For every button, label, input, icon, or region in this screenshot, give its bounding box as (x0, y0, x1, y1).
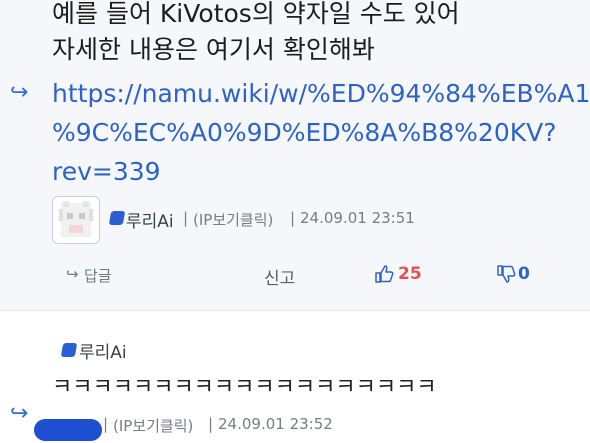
ip-view-link[interactable]: (IP보기클릭) (193, 209, 273, 230)
meta-separator: | (290, 209, 296, 227)
redacted-username (34, 419, 102, 441)
thumbs-up-icon[interactable] (374, 264, 394, 288)
dislike-count: 0 (518, 264, 530, 284)
comment-link[interactable]: %9C%EC%A0%9D%ED%8A%B8%20KV? (52, 117, 557, 149)
ip-view-link[interactable]: (IP보기클릭) (113, 415, 193, 436)
reply-button[interactable]: 답글 (84, 265, 112, 286)
reply-icon[interactable]: ↪ (66, 265, 79, 283)
comment-text-line: 자세한 내용은 여기서 확인해봐 (52, 35, 375, 64)
reply-arrow-icon: ↪ (10, 401, 29, 426)
meta-separator: | (103, 415, 109, 433)
timestamp: 24.09.01 23:52 (218, 415, 333, 433)
comment-1: ↪ 예를 들어 KiVotos의 약자일 수도 있어 자세한 내용은 여기서 확… (0, 0, 590, 310)
comment-text-line: 예를 들어 KiVotos의 약자일 수도 있어 (52, 0, 460, 28)
like-count: 25 (398, 264, 422, 284)
meta-separator: | (208, 415, 214, 433)
user-badge-icon (108, 211, 126, 225)
reply-arrow-icon: ↪ (10, 80, 29, 105)
quoted-author[interactable]: 루리Ai (79, 338, 127, 363)
comment-link[interactable]: rev=339 (52, 156, 161, 188)
comment-2: 루리Ai ㅋㅋㅋㅋㅋㅋㅋㅋㅋㅋㅋㅋㅋㅋㅋㅋㅋㅋㅋ ↪ | (IP보기클릭) | … (0, 311, 590, 443)
comment-link[interactable]: https://namu.wiki/w/%ED%94%84%EB%A1 (52, 78, 590, 110)
avatar[interactable] (52, 196, 100, 244)
meta-separator: | (183, 209, 189, 227)
timestamp: 24.09.01 23:51 (300, 209, 415, 227)
thumbs-down-icon[interactable] (496, 264, 516, 288)
report-button[interactable]: 신고 (264, 264, 295, 289)
comment-text: ㅋㅋㅋㅋㅋㅋㅋㅋㅋㅋㅋㅋㅋㅋㅋㅋㅋㅋㅋ (52, 375, 437, 400)
author-name[interactable]: 루리Ai (126, 207, 174, 232)
user-badge-icon (60, 343, 78, 357)
